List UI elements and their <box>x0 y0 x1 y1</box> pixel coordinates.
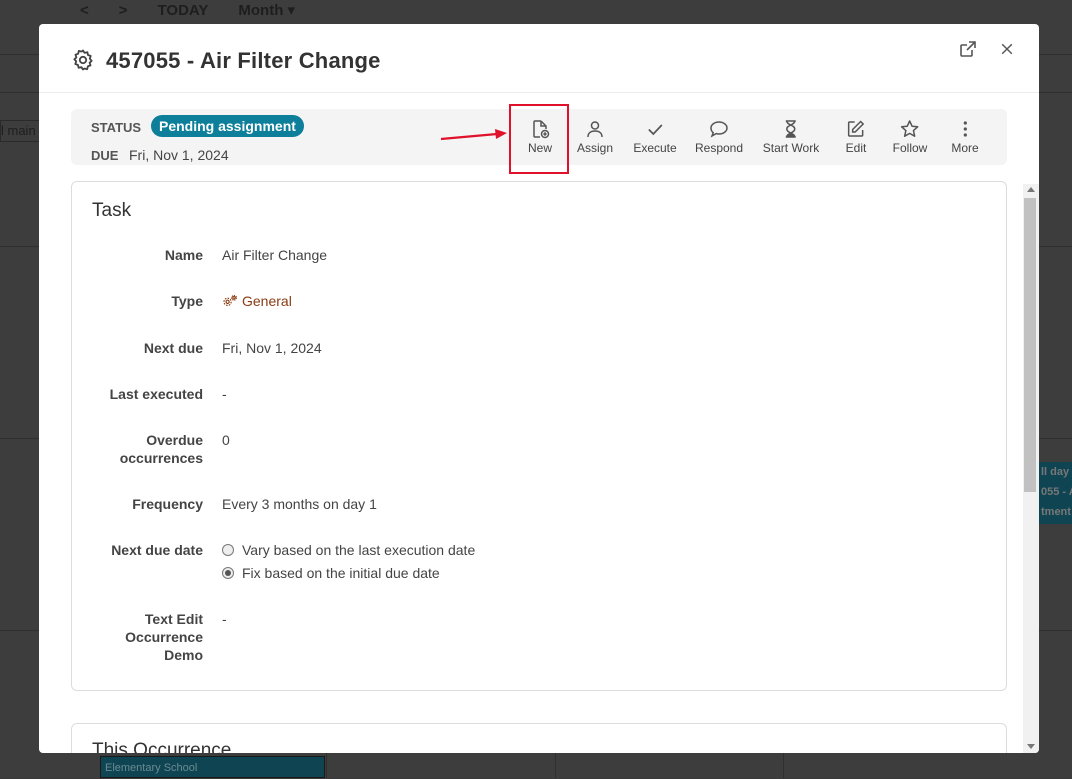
today-button[interactable]: TODAY <box>158 2 209 19</box>
radio-vary[interactable] <box>222 544 234 556</box>
task-card-title: Task <box>92 200 132 221</box>
assign-button[interactable]: Assign <box>577 115 613 159</box>
scroll-down-arrow[interactable] <box>1027 744 1035 749</box>
follow-button-label: Follow <box>892 141 928 155</box>
event-line: ll day <box>1041 466 1070 478</box>
follow-button[interactable]: Follow <box>892 115 928 159</box>
calendar-event[interactable]: ll day 055 - A tment <box>1039 462 1072 524</box>
last-executed-value: - <box>222 386 227 402</box>
calendar-event-chip[interactable]: l main <box>0 120 42 142</box>
chat-bubble-icon <box>710 121 728 138</box>
modal-title: 457055 - Air Filter Change <box>106 48 381 73</box>
occurrence-card-title: This Occurrence <box>92 740 232 753</box>
type-value: General <box>242 293 292 309</box>
radio-fix-option[interactable]: Fix based on the initial due date <box>222 565 440 581</box>
next-arrow[interactable]: > <box>119 2 128 19</box>
calendar-event[interactable]: Elementary School <box>100 756 325 778</box>
radio-vary-label: Vary based on the last execution date <box>242 542 476 558</box>
star-icon <box>901 120 919 137</box>
modal-content: Task Name Air Filter Change Type General… <box>39 174 1039 753</box>
next-due-label: Next due <box>143 340 203 356</box>
modal-header: 457055 - Air Filter Change <box>39 24 1039 93</box>
assign-button-label: Assign <box>576 141 614 155</box>
name-value: Air Filter Change <box>222 247 328 263</box>
status-label: STATUS <box>91 120 142 135</box>
overdue-occurrences-value: 0 <box>222 432 230 448</box>
frequency-value: Every 3 months on day 1 <box>222 496 377 512</box>
task-modal: 457055 - Air Filter Change STATUS Pendin… <box>39 24 1039 753</box>
checkmark-icon <box>647 124 663 136</box>
event-line: 055 - A <box>1041 486 1072 498</box>
start-work-button[interactable]: Start Work <box>763 115 819 159</box>
frequency-label: Frequency <box>132 496 203 512</box>
modal-scrollbar[interactable] <box>1023 184 1039 753</box>
type-link[interactable]: General <box>222 292 292 310</box>
due-label: DUE <box>91 148 119 163</box>
scroll-up-arrow[interactable] <box>1027 187 1035 192</box>
radio-vary-option[interactable]: Vary based on the last execution date <box>222 542 475 558</box>
overdue-occurrences-label: Overdue occurrences <box>72 431 203 467</box>
more-button-label: More <box>951 141 979 155</box>
start-work-button-label: Start Work <box>762 141 820 155</box>
scroll-thumb[interactable] <box>1024 198 1036 492</box>
edit-button-label: Edit <box>845 141 867 155</box>
more-vertical-icon <box>963 121 967 137</box>
execute-button[interactable]: Execute <box>633 115 677 159</box>
name-label: Name <box>164 247 203 263</box>
respond-button[interactable]: Respond <box>695 115 743 159</box>
execute-button-label: Execute <box>633 141 677 155</box>
radio-fix-label: Fix based on the initial due date <box>242 565 440 581</box>
close-icon[interactable] <box>996 38 1018 60</box>
edit-button[interactable]: Edit <box>845 115 867 159</box>
next-due-value: Fri, Nov 1, 2024 <box>222 340 322 356</box>
next-due-date-label: Next due date <box>111 542 203 558</box>
text-edit-label-line: Occurrence <box>125 629 203 645</box>
occurrence-card: This Occurrence <box>71 723 1007 753</box>
text-edit-label-line: Text Edit <box>144 611 203 627</box>
highlight-box <box>509 104 569 174</box>
radio-fix[interactable] <box>222 567 234 579</box>
pencil-icon <box>848 120 865 137</box>
view-selector[interactable]: Month ▾ <box>238 1 295 19</box>
overdue-label-line: Overdue <box>146 432 203 448</box>
person-icon <box>587 121 603 138</box>
last-executed-label: Last executed <box>109 386 203 402</box>
external-link-icon[interactable] <box>957 38 979 60</box>
prev-arrow[interactable]: < <box>80 2 89 19</box>
calendar-nav: < > TODAY Month ▾ <box>80 0 295 20</box>
gears-icon <box>223 294 237 306</box>
gear-icon <box>71 48 95 72</box>
event-line: tment <box>1041 506 1071 518</box>
due-value: Fri, Nov 1, 2024 <box>129 147 229 163</box>
respond-button-label: Respond <box>694 141 744 155</box>
task-card: Task Name Air Filter Change Type General… <box>71 181 1007 691</box>
type-label: Type <box>171 293 203 309</box>
text-edit-label-line: Demo <box>164 647 203 663</box>
text-edit-occurrence-demo-label: Text Edit Occurrence Demo <box>72 610 203 664</box>
more-button[interactable]: More <box>951 115 979 159</box>
annotation-arrow <box>440 129 507 141</box>
hourglass-icon <box>786 120 796 138</box>
text-edit-occurrence-demo-value: - <box>222 611 227 627</box>
overdue-label-line: occurrences <box>119 450 203 466</box>
status-badge: Pending assignment <box>151 115 304 137</box>
